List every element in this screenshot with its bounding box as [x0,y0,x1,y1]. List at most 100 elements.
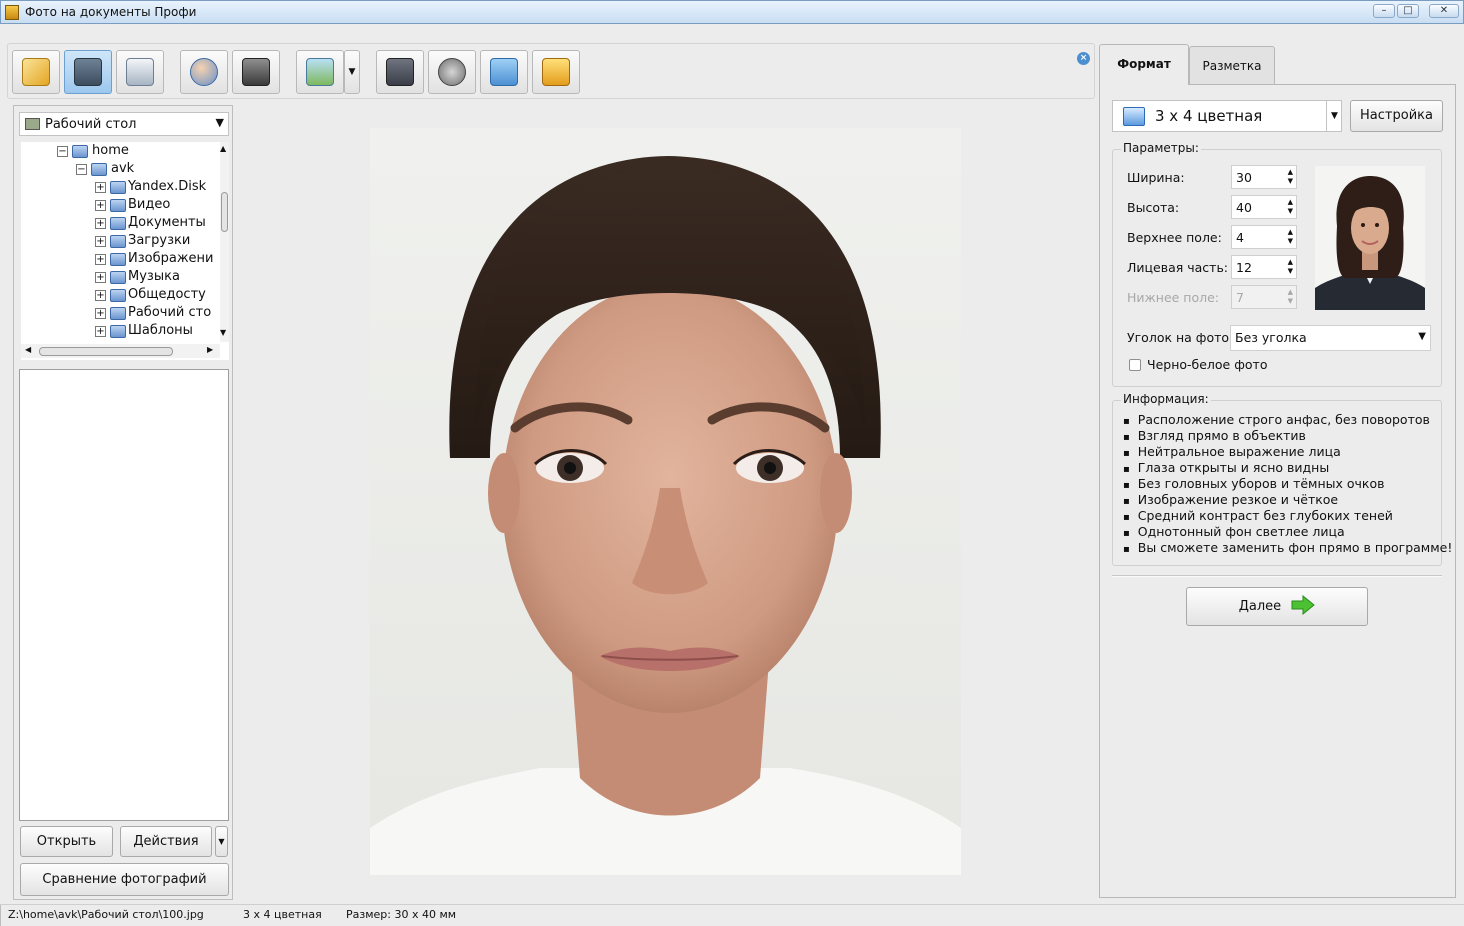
scroll-thumb[interactable] [39,347,173,356]
divider [1112,575,1442,577]
open-file-button[interactable]: Открыть [20,826,113,857]
tree-label: Музыка [128,269,180,284]
file-browser-panel: Рабочий стол ▼ − home − avk + Yandex.Dis… [13,105,233,900]
bw-photo-checkbox[interactable] [1129,359,1141,371]
width-value: 30 [1236,170,1252,185]
info-title: Информация: [1121,392,1211,406]
spinner-arrows-icon: ▲ ▼ [1287,288,1293,305]
expand-icon[interactable]: + [95,182,106,193]
tree-horizontal-scrollbar[interactable]: ◀ ▶ [21,344,220,358]
scroll-down-icon[interactable]: ▼ [220,328,226,337]
expand-icon[interactable]: + [95,218,106,229]
home-button[interactable] [480,50,528,94]
camera-button[interactable] [232,50,280,94]
chevron-down-icon[interactable]: ▼ [1326,101,1342,131]
minimize-button[interactable]: – [1373,4,1395,18]
expand-icon[interactable]: + [95,236,106,247]
tree-vertical-scrollbar[interactable]: ▲ ▼ [220,142,229,342]
chevron-down-icon: ▼ [215,116,224,129]
maximize-button[interactable]: □ [1397,4,1419,18]
tree-label: Видео [128,197,171,212]
tab-format[interactable]: Формат [1099,44,1189,85]
height-label: Высота: [1127,200,1180,215]
bottom-margin-label: Нижнее поле: [1127,290,1220,305]
user-photo-icon [190,58,218,86]
spinner-arrows-icon[interactable]: ▲ ▼ [1288,228,1293,246]
folder-icon [110,199,126,212]
spinner-arrows-icon[interactable]: ▲ ▼ [1288,168,1293,186]
status-size: Размер: 30 x 40 мм [346,908,457,921]
open-button[interactable] [12,50,60,94]
print-icon [126,58,154,86]
video-button[interactable] [428,50,476,94]
help-book-icon [386,58,414,86]
bw-photo-label[interactable]: Черно-белое фото [1147,357,1268,372]
bottom-margin-value: 7 [1236,290,1244,305]
close-window-button[interactable]: ✕ [1429,4,1459,18]
close-toolbar-icon[interactable]: × [1077,52,1090,65]
buy-button[interactable] [532,50,580,94]
status-format: 3 x 4 цветная [243,908,322,921]
image-dropdown-button[interactable]: ▼ [344,50,360,94]
status-bar: Z:\home\avk\Рабочий стол\100.jpg 3 x 4 ц… [0,904,1464,926]
user-photo-button[interactable] [180,50,228,94]
height-spinner[interactable]: 40 ▲ ▼ [1231,195,1297,219]
expand-icon[interactable]: + [95,254,106,265]
expand-icon[interactable]: + [95,326,106,337]
info-item: Изображение резкое и чёткое [1123,492,1452,508]
compare-photos-button[interactable]: Сравнение фотографий [20,863,229,896]
tree-label: Изображени [128,251,214,266]
next-button[interactable]: Далее [1186,587,1368,626]
collapse-icon[interactable]: − [76,164,87,175]
folder-icon [110,235,126,248]
width-label: Ширина: [1127,170,1185,185]
face-part-spinner[interactable]: 12 ▲ ▼ [1231,255,1297,279]
corner-select[interactable]: Без уголка ▼ [1230,325,1431,351]
folder-icon [110,253,126,266]
sample-portrait-image [1315,166,1425,310]
folder-tree[interactable]: − home − avk + Yandex.Disk + Видео + Док… [21,142,229,360]
print-button[interactable] [116,50,164,94]
desktop-icon [25,118,40,130]
collapse-icon[interactable]: − [57,146,68,157]
info-item: Нейтральное выражение лица [1123,444,1452,460]
settings-button[interactable]: Настройка [1350,100,1443,132]
main-toolbar: ▼ × [7,43,1095,99]
actions-dropdown-button[interactable]: ▼ [215,826,228,857]
height-value: 40 [1236,200,1252,215]
folder-icon [91,163,107,176]
expand-icon[interactable]: + [95,272,106,283]
info-list: Расположение строго анфас, без поворотов… [1123,412,1453,556]
next-button-label: Далее [1238,599,1282,614]
expand-icon[interactable]: + [95,200,106,211]
info-group: Информация: Расположение строго анфас, б… [1112,392,1452,566]
save-button[interactable] [64,50,112,94]
open-folder-icon [22,58,50,86]
actions-button[interactable]: Действия [120,826,212,857]
portrait-image [370,128,961,875]
scroll-thumb[interactable] [221,192,228,232]
top-margin-label: Верхнее поле: [1127,230,1222,245]
help-button[interactable] [376,50,424,94]
chevron-down-icon: ▼ [1418,331,1426,342]
scroll-left-icon[interactable]: ◀ [25,345,31,354]
image-search-button[interactable] [296,50,344,94]
tab-markup[interactable]: Разметка [1189,46,1275,86]
tree-label: Рабочий сто [128,305,212,320]
spinner-arrows-icon[interactable]: ▲ ▼ [1288,258,1293,276]
location-select[interactable]: Рабочий стол ▼ [19,112,229,136]
top-margin-spinner[interactable]: 4 ▲ ▼ [1231,225,1297,249]
format-select[interactable]: 3 x 4 цветная ▼ [1112,100,1342,132]
thumbnail-area[interactable] [19,369,229,821]
folder-icon [110,289,126,302]
tree-label: Шаблоны [128,323,193,338]
expand-icon[interactable]: + [95,308,106,319]
scroll-up-icon[interactable]: ▲ [220,144,226,153]
spinner-arrows-icon[interactable]: ▲ ▼ [1288,198,1293,216]
folder-icon [110,217,126,230]
photo-preview[interactable] [370,128,961,875]
width-spinner[interactable]: 30 ▲ ▼ [1231,165,1297,189]
info-item: Средний контраст без глубоких теней [1123,508,1452,524]
scroll-right-icon[interactable]: ▶ [207,345,213,354]
expand-icon[interactable]: + [95,290,106,301]
